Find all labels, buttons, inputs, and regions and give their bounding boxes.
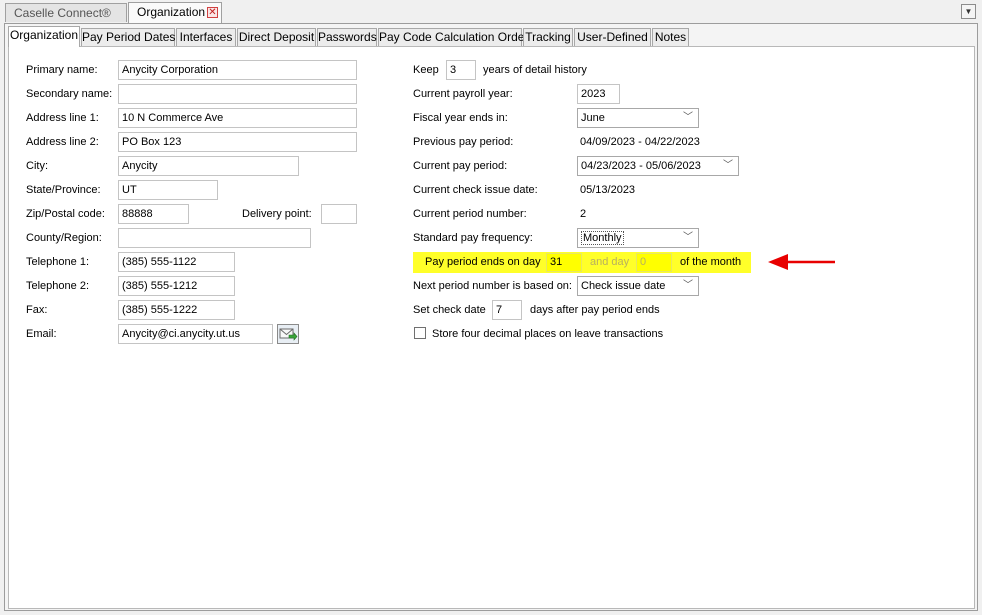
- tab-label: Organization: [9, 28, 79, 42]
- chevron-down-icon[interactable]: ▼: [961, 4, 976, 19]
- fax-label: Fax:: [26, 304, 48, 316]
- tab-label: Pay Code Calculation Order: [379, 30, 529, 44]
- tab-label: Tracking: [525, 30, 571, 44]
- pay-period-ends-label: Pay period ends on day: [425, 256, 541, 268]
- secondary-name-label: Secondary name:: [26, 88, 113, 100]
- period-number-label: Current period number:: [413, 208, 527, 220]
- address-line-2-input[interactable]: PO Box 123: [118, 132, 357, 152]
- standard-pay-frequency-label: Standard pay frequency:: [413, 232, 533, 244]
- current-pay-period-label: Current pay period:: [413, 160, 508, 172]
- period-number-value: 2: [580, 208, 587, 220]
- chevron-down-icon: ﹀: [683, 280, 693, 291]
- tab-organization[interactable]: Organization: [8, 26, 80, 47]
- tab-user-defined[interactable]: User-Defined: [574, 28, 651, 46]
- primary-name-label: Primary name:: [26, 64, 98, 76]
- doc-tab-caselle-connect[interactable]: Caselle Connect®: [5, 3, 127, 22]
- fiscal-year-ends-select[interactable]: June ﹀: [577, 108, 699, 128]
- set-check-date-label: Set check date: [413, 304, 486, 316]
- tab-direct-deposit[interactable]: Direct Deposit: [237, 28, 316, 46]
- next-period-based-label: Next period number is based on:: [413, 280, 572, 292]
- tab-tracking[interactable]: Tracking: [523, 28, 573, 46]
- email-label: Email:: [26, 328, 57, 340]
- current-pay-period-select[interactable]: 04/23/2023 - 05/06/2023 ﹀: [577, 156, 739, 176]
- county-label: County/Region:: [26, 232, 102, 244]
- doc-tab-label: Organization: [137, 5, 206, 19]
- tab-notes[interactable]: Notes: [652, 28, 689, 46]
- chevron-down-icon: ﹀: [683, 112, 693, 123]
- select-value: Check issue date: [581, 280, 666, 292]
- email-input[interactable]: Anycity@ci.anycity.ut.us: [118, 324, 273, 344]
- chevron-down-icon: ﹀: [723, 160, 733, 171]
- tab-label: Direct Deposit: [238, 30, 315, 44]
- telephone-1-label: Telephone 1:: [26, 256, 89, 268]
- previous-pay-period-label: Previous pay period:: [413, 136, 514, 148]
- red-arrow-icon: [768, 254, 835, 270]
- second-end-day-input[interactable]: 0: [636, 253, 672, 272]
- zip-label: Zip/Postal code:: [26, 208, 105, 220]
- standard-pay-frequency-select[interactable]: Monthly ﹀: [577, 228, 699, 248]
- state-label: State/Province:: [26, 184, 101, 196]
- city-input[interactable]: Anycity: [118, 156, 299, 176]
- doc-tab-label: Caselle Connect®: [14, 6, 111, 20]
- tab-pay-code-calculation-order[interactable]: Pay Code Calculation Order: [378, 28, 528, 46]
- tab-label: Pay Period Dates: [82, 30, 176, 44]
- pay-period-end-day-input[interactable]: 31: [546, 253, 582, 272]
- tab-label: User-Defined: [577, 30, 648, 44]
- envelope-icon: [279, 328, 298, 341]
- and-day-label: and day: [590, 256, 630, 268]
- close-icon[interactable]: ✕: [207, 7, 218, 18]
- telephone-2-input[interactable]: (385) 555-1212: [118, 276, 235, 296]
- check-issue-date-label: Current check issue date:: [413, 184, 538, 196]
- telephone-1-input[interactable]: (385) 555-1122: [118, 252, 235, 272]
- send-email-button[interactable]: [277, 324, 299, 344]
- previous-pay-period-value: 04/09/2023 - 04/22/2023: [580, 136, 700, 148]
- zip-input[interactable]: 88888: [118, 204, 189, 224]
- of-the-month-label: of the month: [680, 256, 742, 268]
- keep-suffix-label: years of detail history: [483, 64, 587, 76]
- store-four-decimal-label: Store four decimal places on leave trans…: [432, 328, 664, 340]
- address-line-1-label: Address line 1:: [26, 112, 99, 124]
- payroll-year-input[interactable]: 2023: [577, 84, 620, 104]
- primary-name-input[interactable]: Anycity Corporation: [118, 60, 357, 80]
- set-check-days-input[interactable]: 7: [492, 300, 522, 320]
- doc-tab-organization[interactable]: Organization ✕: [128, 2, 222, 23]
- keep-years-input[interactable]: 3: [446, 60, 476, 80]
- tab-label: Notes: [654, 30, 687, 44]
- store-four-decimal-checkbox[interactable]: [414, 327, 426, 339]
- select-value: 04/23/2023 - 05/06/2023: [581, 160, 701, 172]
- address-line-2-label: Address line 2:: [26, 136, 99, 148]
- fiscal-year-ends-label: Fiscal year ends in:: [413, 112, 508, 124]
- set-check-suffix-label: days after pay period ends: [530, 304, 660, 316]
- state-input[interactable]: UT: [118, 180, 218, 200]
- fax-input[interactable]: (385) 555-1222: [118, 300, 235, 320]
- chevron-down-icon: ﹀: [683, 232, 693, 243]
- tab-interfaces[interactable]: Interfaces: [176, 28, 236, 46]
- select-value: Monthly: [581, 231, 624, 245]
- check-issue-date-value: 05/13/2023: [580, 184, 636, 196]
- payroll-year-label: Current payroll year:: [413, 88, 513, 100]
- tab-pay-period-dates[interactable]: Pay Period Dates: [81, 28, 175, 46]
- tab-label: Interfaces: [179, 30, 233, 44]
- tab-passwords[interactable]: Passwords: [317, 28, 377, 46]
- next-period-based-select[interactable]: Check issue date ﹀: [577, 276, 699, 296]
- tab-label: Passwords: [318, 30, 377, 44]
- document-tab-bar: Caselle Connect® Organization ✕ ▼: [0, 0, 982, 23]
- county-input[interactable]: [118, 228, 311, 248]
- delivery-point-label: Delivery point:: [242, 208, 312, 220]
- address-line-1-input[interactable]: 10 N Commerce Ave: [118, 108, 357, 128]
- delivery-point-input[interactable]: [321, 204, 357, 224]
- keep-label: Keep: [413, 64, 439, 76]
- telephone-2-label: Telephone 2:: [26, 280, 89, 292]
- select-value: June: [581, 112, 605, 124]
- secondary-name-input[interactable]: [118, 84, 357, 104]
- city-label: City:: [26, 160, 48, 172]
